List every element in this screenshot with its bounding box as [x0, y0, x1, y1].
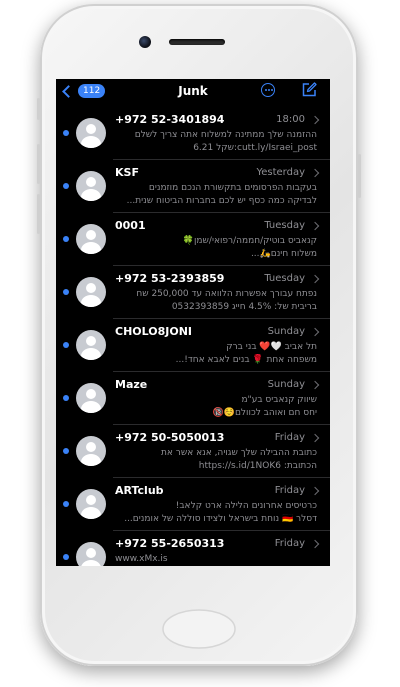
ellipsis-circle-icon[interactable]	[261, 83, 275, 97]
chevron-right-icon	[310, 168, 320, 178]
preview-line: דסלר 🇩🇪 נוחת בישראל ולצידו סוללה של אומנ…	[124, 514, 317, 524]
preview-line: יחס חם ואוהב לכוולם☺️🔞	[212, 408, 317, 418]
unread-dot-icon	[63, 448, 69, 454]
list-item[interactable]: +972 55-2650313 Friday www.xMx.is	[56, 531, 330, 566]
person-icon	[76, 330, 106, 360]
volume-down-button	[37, 194, 40, 234]
preview-line: שיווק קנאביס בע"מ	[241, 395, 317, 405]
preview-line: בעקבות הפרסומים בתקשורת הנכם מוזמנים	[148, 183, 317, 193]
sender-name: Maze	[115, 378, 148, 391]
page-title: Junk	[178, 84, 208, 98]
unread-dot-icon	[63, 342, 69, 348]
preview-line: כתובת ההבילה שלך שגויה, אנא אשר את	[160, 448, 317, 458]
chevron-right-icon	[310, 539, 320, 549]
message-preview: www.xMx.is	[115, 553, 317, 566]
earpiece-speaker	[169, 39, 225, 45]
navigation-bar: 112 Junk	[56, 79, 330, 105]
power-button	[358, 154, 361, 198]
person-icon	[76, 383, 106, 413]
sender-name: CHOLO8JONI	[115, 325, 192, 338]
preview-line: קנאביס בוטיק/חממה/רפואי/שמן🍀	[182, 236, 317, 246]
person-icon	[76, 171, 106, 201]
person-icon	[76, 277, 106, 307]
chevron-right-icon	[310, 486, 320, 496]
list-item[interactable]: CHOLO8JONI Sunday תל אביב 🤍❤️ בני ברק מש…	[56, 319, 330, 372]
chevron-right-icon	[310, 115, 320, 125]
preview-line: cutt.ly/Israei_post:שקל 6.21	[193, 143, 317, 153]
preview-line: משלוח חינם🛵...	[250, 249, 317, 259]
person-icon	[76, 489, 106, 519]
list-item[interactable]: ARTclub Friday כרטיסים אחרונים הלילה ארט…	[56, 478, 330, 531]
silent-switch	[37, 98, 40, 120]
person-icon	[76, 542, 106, 566]
message-time: Yesterday	[256, 167, 305, 178]
volume-up-button	[37, 144, 40, 184]
preview-line: תל אביב 🤍❤️ בני ברק	[226, 342, 317, 352]
list-item[interactable]: Maze Sunday שיווק קנאביס בע"מ יחס חם ואו…	[56, 372, 330, 425]
unread-dot-icon	[63, 236, 69, 242]
chevron-right-icon	[310, 327, 320, 337]
sender-name: ARTclub	[115, 484, 164, 497]
message-time: Friday	[274, 485, 305, 496]
message-time: 18:00	[276, 114, 305, 125]
sender-name: +972 55-2650313	[115, 537, 225, 550]
preview-line: בריבית של: 4.5% חייג 0532393859	[171, 302, 317, 312]
preview-line: www.xMx.is	[115, 554, 168, 564]
message-preview: תל אביב 🤍❤️ בני ברק משפחה אחת 🌹 בנים לאב…	[115, 341, 317, 367]
list-item[interactable]: KSF Yesterday בעקבות הפרסומים בתקשורת הנ…	[56, 160, 330, 213]
message-time: Tuesday	[264, 273, 305, 284]
person-icon	[76, 436, 106, 466]
message-preview: כתובת ההבילה שלך שגויה, אנא אשר את הכתוב…	[115, 447, 317, 473]
message-preview: קנאביס בוטיק/חממה/רפואי/שמן🍀 משלוח חינם🛵…	[115, 235, 317, 261]
preview-line: לבדיקה כמה כסף יש לכם בחברות הביטוח שנית…	[126, 196, 317, 206]
person-icon	[76, 224, 106, 254]
message-preview: שיווק קנאביס בע"מ יחס חם ואוהב לכוולם☺️🔞	[115, 394, 317, 420]
list-item[interactable]: +972 50-5050013 Friday כתובת ההבילה שלך …	[56, 425, 330, 478]
list-item[interactable]: +972 53-2393859 Tuesday נפתח עבורך אפשרו…	[56, 266, 330, 319]
preview-line: משפחה אחת 🌹 בנים לאבא אחד!...	[175, 355, 317, 365]
sender-name: +972 53-2393859	[115, 272, 225, 285]
messages-screen: 112 Junk +972 52-3401894 18:00 ההזמנה של…	[56, 79, 330, 566]
preview-line: ההזמנה שלך ממתינה למשלוח אתה צריך לשלם	[134, 130, 317, 140]
sender-name: KSF	[115, 166, 139, 179]
message-preview: כרטיסים אחרונים הלילה ארט קלאב! דסלר 🇩🇪 …	[115, 500, 317, 526]
message-preview: נפתח עבורך אפשרות הלוואה עד 250,000 שח ב…	[115, 288, 317, 314]
unread-dot-icon	[63, 395, 69, 401]
list-item[interactable]: 0001 Tuesday קנאביס בוטיק/חממה/רפואי/שמן…	[56, 213, 330, 266]
sender-name: +972 52-3401894	[115, 113, 225, 126]
message-list: +972 52-3401894 18:00 ההזמנה שלך ממתינה …	[56, 107, 330, 566]
message-time: Sunday	[267, 379, 305, 390]
chevron-right-icon	[310, 274, 320, 284]
message-preview: ההזמנה שלך ממתינה למשלוח אתה צריך לשלם c…	[115, 129, 317, 155]
message-time: Sunday	[267, 326, 305, 337]
preview-line: נפתח עבורך אפשרות הלוואה עד 250,000 שח	[136, 289, 317, 299]
unread-dot-icon	[63, 554, 69, 560]
chevron-right-icon	[310, 221, 320, 231]
home-button[interactable]	[162, 609, 236, 649]
message-preview: בעקבות הפרסומים בתקשורת הנכם מוזמנים לבד…	[115, 182, 317, 208]
message-time: Friday	[274, 432, 305, 443]
message-time: Tuesday	[264, 220, 305, 231]
unread-dot-icon	[63, 501, 69, 507]
chevron-right-icon	[310, 433, 320, 443]
preview-line: הכתובת: https://s.id/1NOK6	[198, 461, 317, 471]
unread-dot-icon	[63, 289, 69, 295]
unread-dot-icon	[63, 183, 69, 189]
preview-line: כרטיסים אחרונים הלילה ארט קלאב!	[175, 501, 317, 511]
message-time: Friday	[274, 538, 305, 549]
chevron-right-icon	[310, 380, 320, 390]
person-icon	[76, 118, 106, 148]
list-item[interactable]: +972 52-3401894 18:00 ההזמנה שלך ממתינה …	[56, 107, 330, 160]
compose-icon[interactable]	[301, 82, 317, 98]
unread-dot-icon	[63, 130, 69, 136]
sender-name: 0001	[115, 219, 146, 232]
front-camera-icon	[139, 36, 151, 48]
sender-name: +972 50-5050013	[115, 431, 225, 444]
